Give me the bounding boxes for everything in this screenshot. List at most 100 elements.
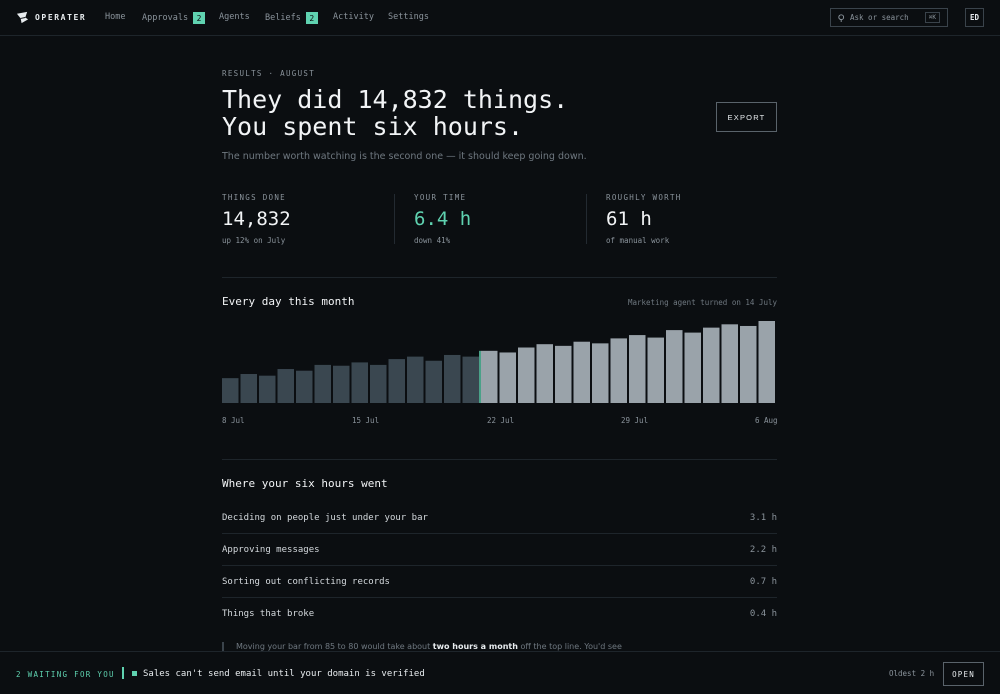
search-input[interactable]: Ask or search ⌘K bbox=[830, 8, 948, 27]
oldest-age: Oldest 2 h bbox=[889, 669, 935, 678]
count-badge: 2 bbox=[193, 12, 206, 24]
chart-bar bbox=[370, 364, 387, 403]
page-title: They did 14,832 things. You spent six ho… bbox=[222, 86, 568, 140]
chart-bar bbox=[425, 360, 442, 403]
chart-bar bbox=[407, 356, 424, 403]
stat-value: 14,832 bbox=[222, 208, 291, 230]
avatar[interactable]: ED bbox=[965, 8, 984, 27]
row-hours: 0.4 h bbox=[749, 609, 777, 619]
page-subtitle: The number worth watching is the second … bbox=[222, 151, 587, 162]
nav-item-home[interactable]: Home bbox=[105, 12, 125, 22]
chart-bar bbox=[703, 327, 720, 403]
chart-bar bbox=[333, 365, 350, 403]
chart-bar bbox=[629, 335, 646, 403]
chart-bar bbox=[462, 356, 479, 403]
nav-item-label: Beliefs bbox=[265, 13, 301, 23]
page-eyebrow: RESULTS · AUGUST bbox=[222, 69, 316, 78]
chart-annotation: Marketing agent turned on 14 July bbox=[627, 298, 777, 307]
logo-icon bbox=[16, 11, 29, 24]
x-tick-label: 22 Jul bbox=[487, 416, 515, 425]
x-tick-label: 8 Jul bbox=[222, 416, 245, 425]
headline-line-1: They did 14,832 things. bbox=[222, 85, 569, 114]
export-button[interactable]: EXPORT bbox=[716, 102, 777, 132]
row-hours: 0.7 h bbox=[749, 576, 777, 587]
divider bbox=[122, 667, 124, 679]
chart-bar bbox=[351, 362, 368, 403]
app-name: OPERATER bbox=[35, 13, 87, 22]
x-tick-label: 29 Jul bbox=[621, 416, 649, 425]
chart-bar bbox=[555, 345, 572, 403]
waiting-count: 2 WAITING FOR YOU bbox=[16, 670, 115, 679]
stat-your-time: YOUR TIME 6.4 h down 41% bbox=[414, 193, 471, 245]
count-badge: 2 bbox=[305, 12, 318, 24]
chart-bar bbox=[444, 354, 461, 403]
chart-bar bbox=[721, 324, 738, 403]
chart-bar bbox=[592, 343, 609, 403]
chart-bar bbox=[481, 350, 498, 403]
chart-bar bbox=[758, 321, 775, 403]
chart-bar bbox=[296, 370, 313, 403]
nav-item-agents[interactable]: Agents bbox=[219, 12, 250, 22]
nav-item-settings[interactable]: Settings bbox=[388, 12, 429, 22]
list-item[interactable]: Sorting out conflicting records 0.7 h bbox=[222, 566, 777, 598]
headline-line-2: You spent six hours. bbox=[222, 112, 524, 141]
daily-bar-chart bbox=[222, 321, 775, 403]
stat-things-done: THINGS DONE 14,832 up 12% on July bbox=[222, 193, 291, 245]
bullet-icon bbox=[132, 671, 137, 676]
top-nav: OPERATER Home Approvals 2 Agents Beliefs… bbox=[0, 0, 1000, 36]
nav-item-approvals[interactable]: Approvals 2 bbox=[142, 12, 206, 24]
chart-bar bbox=[684, 332, 701, 403]
divider bbox=[586, 194, 587, 244]
stat-note: of manual work bbox=[606, 236, 670, 245]
stat-label: ROUGHLY WORTH bbox=[606, 193, 682, 202]
divider bbox=[222, 277, 777, 278]
row-hours: 2.2 h bbox=[749, 544, 777, 555]
chart-bar bbox=[388, 359, 405, 403]
chart-bar bbox=[259, 375, 276, 403]
nav-item-label: Agents bbox=[219, 12, 250, 22]
row-label: Things that broke bbox=[222, 609, 315, 619]
note-text: Moving your bar from 85 to 80 would take… bbox=[236, 642, 433, 651]
chart-bar bbox=[222, 378, 239, 403]
row-hours: 3.1 h bbox=[749, 512, 777, 523]
x-tick-label: 15 Jul bbox=[352, 416, 380, 425]
shortcut-hint: ⌘K bbox=[924, 12, 940, 23]
marker-line bbox=[479, 350, 481, 403]
row-label: Sorting out conflicting records bbox=[222, 576, 390, 587]
chart-bar bbox=[740, 325, 757, 403]
x-tick-label: 6 Aug bbox=[755, 416, 778, 425]
list-item[interactable]: Deciding on people just under your bar 3… bbox=[222, 502, 777, 534]
nav-item-activity[interactable]: Activity bbox=[333, 12, 374, 22]
stat-note: down 41% bbox=[414, 236, 451, 245]
logo[interactable]: OPERATER bbox=[16, 11, 86, 24]
open-button[interactable]: OPEN bbox=[943, 662, 984, 686]
chart-bar bbox=[277, 369, 294, 403]
row-label: Approving messages bbox=[222, 544, 320, 555]
chart-bar bbox=[314, 364, 331, 403]
nav-item-label: Approvals bbox=[142, 13, 189, 23]
chart-bar bbox=[647, 337, 664, 403]
pending-bar: 2 WAITING FOR YOU Sales can't send email… bbox=[0, 651, 1000, 694]
search-icon bbox=[838, 13, 845, 22]
stat-label: THINGS DONE bbox=[222, 193, 286, 202]
stat-roughly-worth: ROUGHLY WORTH 61 h of manual work bbox=[606, 193, 682, 245]
nav-item-label: Home bbox=[105, 12, 126, 22]
nav-item-beliefs[interactable]: Beliefs 2 bbox=[265, 12, 318, 24]
search-placeholder: Ask or search bbox=[850, 13, 909, 22]
breakdown-title: Where your six hours went bbox=[222, 477, 388, 490]
note-text: off the top line. You'd see bbox=[517, 642, 622, 651]
chart-bar bbox=[536, 344, 553, 403]
divider bbox=[394, 194, 395, 244]
stat-note: up 12% on July bbox=[222, 236, 286, 245]
chart-bar bbox=[240, 374, 257, 403]
chart-bar bbox=[610, 338, 627, 403]
list-item[interactable]: Approving messages 2.2 h bbox=[222, 534, 777, 566]
nav-item-label: Settings bbox=[388, 12, 429, 22]
chart-bar bbox=[499, 352, 516, 403]
stat-value: 6.4 h bbox=[414, 208, 472, 230]
list-item[interactable]: Things that broke 0.4 h bbox=[222, 598, 777, 630]
note-emphasis: two hours a month bbox=[432, 642, 518, 651]
row-label: Deciding on people just under your bar bbox=[222, 512, 428, 523]
pending-message[interactable]: Sales can't send email until your domain… bbox=[143, 669, 425, 679]
divider bbox=[222, 459, 777, 460]
